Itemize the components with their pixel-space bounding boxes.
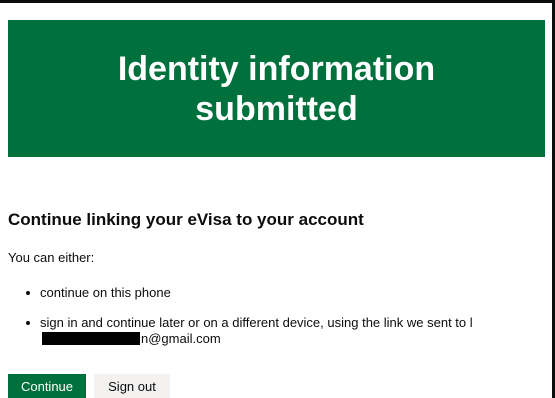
panel-title: Identity information submitted: [117, 49, 436, 128]
sign-out-button[interactable]: Sign out: [94, 374, 170, 398]
option-continue-phone: continue on this phone: [40, 285, 171, 300]
redacted-email: [42, 332, 140, 345]
list-item: sign in and continue later or on a diffe…: [24, 315, 544, 347]
options-list: continue on this phone sign in and conti…: [24, 285, 544, 347]
email-suffix: n@gmail.com: [141, 331, 221, 346]
intro-text: You can either:: [8, 250, 95, 265]
option-sign-in-later: sign in and continue later or on a diffe…: [40, 315, 473, 330]
continue-button[interactable]: Continue: [8, 374, 86, 398]
section-heading: Continue linking your eVisa to your acco…: [8, 210, 364, 229]
confirmation-panel: Identity information submitted: [8, 20, 545, 157]
list-item: continue on this phone: [24, 285, 544, 301]
